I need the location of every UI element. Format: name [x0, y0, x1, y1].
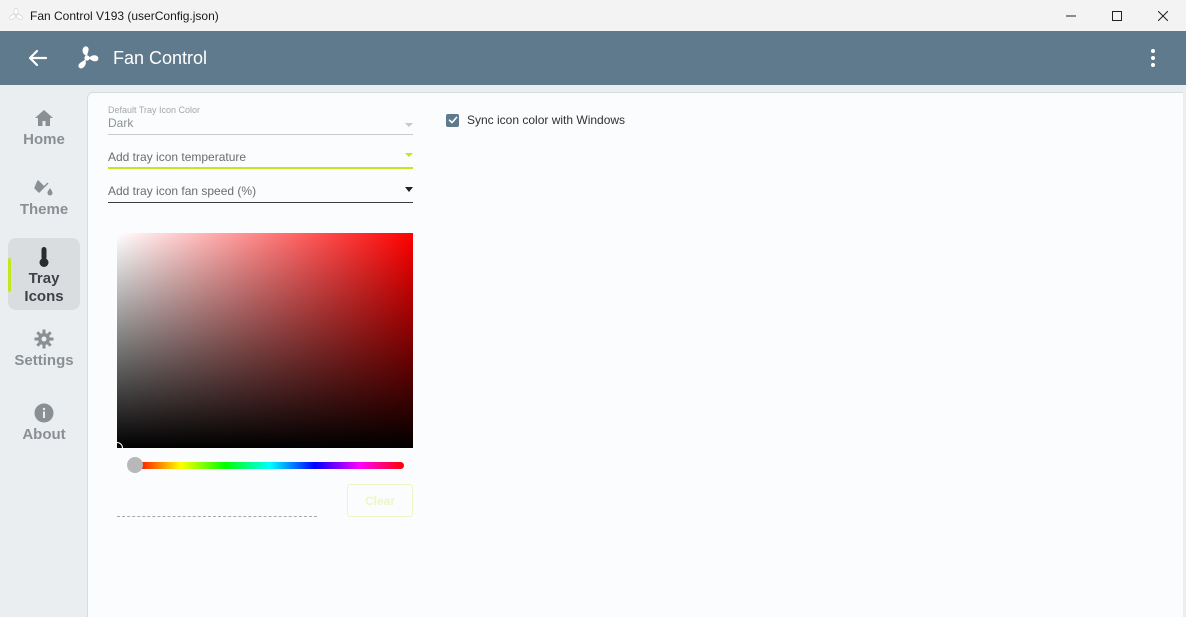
add-tray-icon-fan-speed-select[interactable]: Add tray icon fan speed (%) — [108, 183, 413, 203]
gear-icon — [33, 328, 55, 350]
checkmark-icon — [448, 116, 457, 124]
close-icon — [1158, 10, 1168, 21]
sidebar-item-label: About — [22, 426, 66, 443]
dropdown-arrow-icon — [405, 123, 413, 127]
tray-icons-panel: Default Tray Icon Color Dark Add tray ic… — [87, 92, 1183, 617]
picker-handle[interactable] — [111, 442, 123, 454]
minimize-icon — [1066, 15, 1076, 16]
window-title-bar: Fan Control V193 (userConfig.json) — [0, 0, 1186, 31]
add-tray-icon-temperature-select[interactable]: Add tray icon temperature — [108, 149, 413, 169]
field-underline — [108, 167, 413, 169]
window-title: Fan Control V193 (userConfig.json) — [30, 9, 219, 23]
info-icon — [33, 402, 55, 424]
hue-slider[interactable] — [136, 462, 404, 469]
sidebar-item-label: Settings — [14, 352, 74, 369]
color-input-underline — [117, 516, 317, 517]
default-tray-icon-color-select[interactable]: Default Tray Icon Color Dark — [108, 105, 413, 135]
sidebar-item-about[interactable]: About — [8, 402, 80, 462]
dropdown-arrow-icon — [405, 153, 413, 157]
default-tray-icon-color-value: Dark — [108, 116, 134, 130]
sidebar-item-label: Home — [23, 131, 65, 148]
add-temperature-placeholder: Add tray icon temperature — [108, 150, 247, 164]
app-title: Fan Control — [113, 48, 208, 68]
fan-logo-icon — [78, 46, 99, 69]
back-arrow-icon[interactable] — [26, 46, 50, 70]
paint-bucket-icon — [33, 177, 55, 199]
sync-icon-color-checkbox[interactable] — [446, 113, 459, 127]
clear-button[interactable]: Clear — [347, 484, 413, 517]
sidebar-item-theme[interactable]: Theme — [8, 177, 80, 237]
sidebar-nav: Home Theme Tray Icons Settings About — [0, 85, 87, 617]
app-header: Fan Control — [0, 31, 1186, 85]
sidebar-item-tray-icons[interactable]: Tray Icons — [8, 238, 80, 310]
add-fan-speed-placeholder: Add tray icon fan speed (%) — [108, 184, 257, 198]
sidebar-item-label: Tray Icons — [24, 270, 64, 305]
fan-app-icon — [9, 8, 23, 20]
default-tray-icon-color-label: Default Tray Icon Color — [108, 105, 201, 115]
sidebar-item-settings[interactable]: Settings — [8, 328, 80, 388]
maximize-icon — [1112, 10, 1122, 21]
minimize-button[interactable] — [1048, 0, 1094, 31]
saturation-value-picker[interactable] — [111, 233, 413, 454]
sync-icon-color-label: Sync icon color with Windows — [467, 113, 626, 127]
maximize-button[interactable] — [1094, 0, 1140, 31]
dropdown-arrow-icon — [405, 187, 413, 192]
active-indicator — [8, 258, 11, 292]
hue-slider-thumb[interactable] — [127, 457, 143, 473]
field-underline — [108, 202, 413, 203]
sync-icon-color-option[interactable]: Sync icon color with Windows — [446, 113, 625, 127]
thermometer-icon — [33, 246, 55, 268]
picker-value-layer — [117, 233, 413, 448]
close-button[interactable] — [1140, 0, 1186, 31]
field-underline — [108, 134, 413, 135]
sidebar-item-label: Theme — [19, 201, 69, 218]
more-options-icon[interactable] — [1144, 46, 1162, 70]
sidebar-item-home[interactable]: Home — [8, 107, 80, 167]
home-icon — [33, 107, 55, 129]
